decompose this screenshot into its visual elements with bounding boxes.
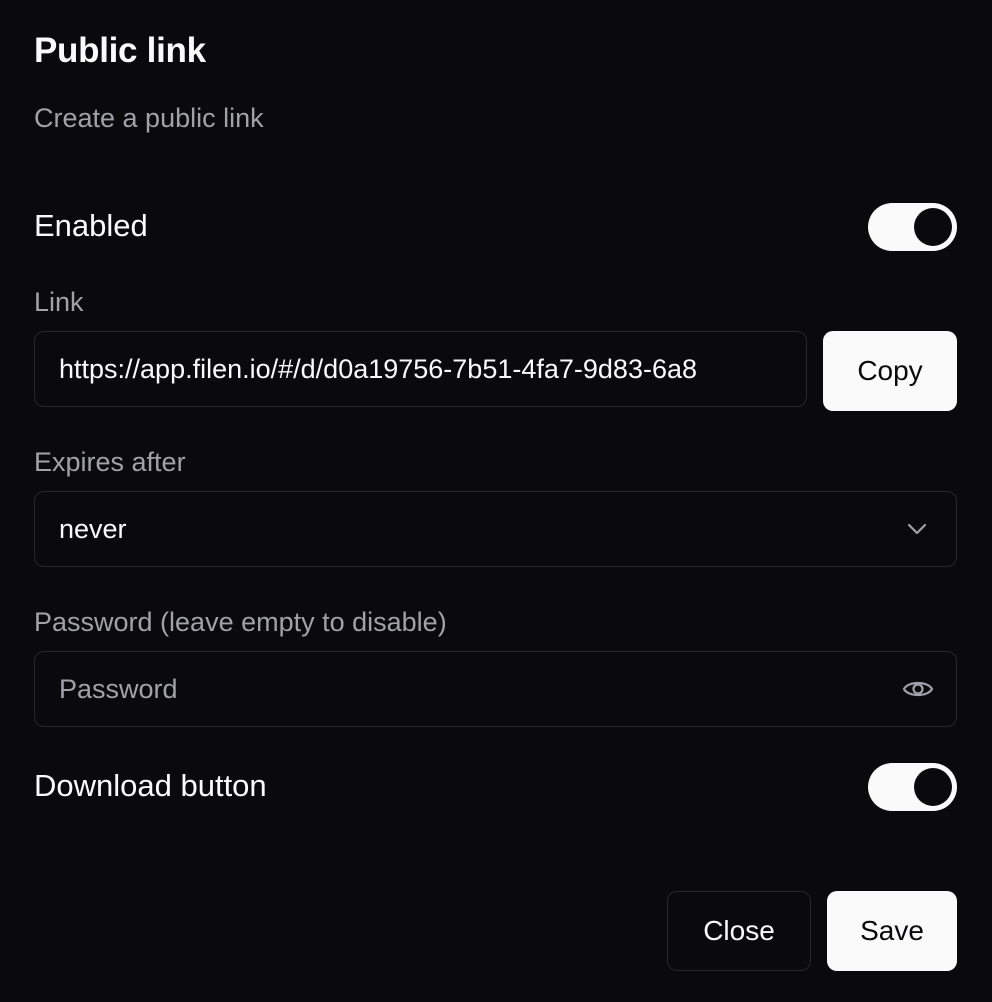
dialog-subtitle: Create a public link	[34, 103, 264, 133]
password-placeholder: Password	[59, 673, 178, 704]
switch-thumb	[914, 768, 952, 806]
password-label: Password (leave empty to disable)	[34, 607, 447, 637]
public-link-dialog: Public link Create a public link Enabled…	[0, 0, 992, 1002]
enabled-label: Enabled	[34, 208, 148, 243]
expires-label: Expires after	[34, 447, 186, 477]
close-button[interactable]: Close	[667, 891, 811, 971]
link-field[interactable]: https://app.filen.io/#/d/d0a19756-7b51-4…	[34, 331, 807, 407]
eye-icon[interactable]	[902, 652, 934, 726]
expires-selected-value: never	[59, 513, 127, 544]
password-field[interactable]: Password	[34, 651, 957, 727]
chevron-down-icon	[906, 492, 928, 566]
expires-select[interactable]: never	[34, 491, 957, 567]
save-button[interactable]: Save	[827, 891, 957, 971]
link-label: Link	[34, 287, 84, 317]
link-value: https://app.filen.io/#/d/d0a19756-7b51-4…	[59, 353, 697, 384]
enabled-switch[interactable]	[868, 203, 957, 251]
dialog-title: Public link	[34, 31, 206, 70]
download-button-switch[interactable]	[868, 763, 957, 811]
switch-thumb	[914, 208, 952, 246]
download-button-label: Download button	[34, 768, 267, 803]
copy-button[interactable]: Copy	[823, 331, 957, 411]
